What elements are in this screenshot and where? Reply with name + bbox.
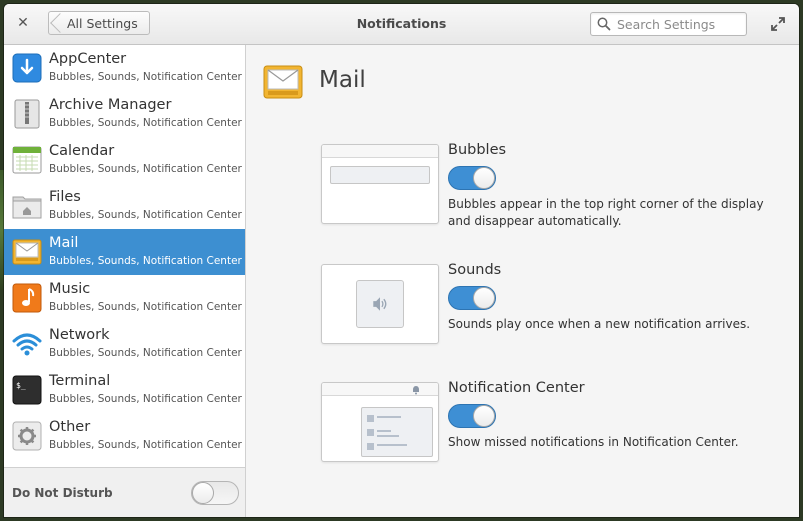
close-button[interactable]: ✕ [14, 14, 32, 32]
sidebar-item-appcenter[interactable]: AppCenter Bubbles, Sounds, Notification … [4, 45, 245, 91]
sounds-switch[interactable] [448, 286, 496, 310]
archive-manager-icon [14, 99, 40, 129]
sidebar-item-archive-manager[interactable]: Archive Manager Bubbles, Sounds, Notific… [4, 91, 245, 137]
search-input[interactable] [617, 14, 742, 34]
app-list: AppCenter Bubbles, Sounds, Notification … [4, 45, 245, 459]
sidebar-item-subtitle: Bubbles, Sounds, Notification Center [49, 117, 242, 129]
switch-knob [192, 482, 214, 504]
sidebar-item-label: Network [49, 327, 110, 343]
sidebar-item-subtitle: Bubbles, Sounds, Notification Center [49, 347, 242, 359]
do-not-disturb-bar: Do Not Disturb [4, 467, 245, 517]
sidebar-item-music[interactable]: Music Bubbles, Sounds, Notification Cent… [4, 275, 245, 321]
sidebar-item-terminal[interactable]: $_ Terminal Bubbles, Sounds, Notificatio… [4, 367, 245, 413]
mail-icon [263, 65, 303, 99]
maximize-icon[interactable] [770, 16, 786, 32]
speaker-icon [373, 297, 387, 311]
option-title: Notification Center [448, 380, 585, 396]
close-icon: ✕ [17, 15, 29, 31]
calendar-icon [12, 146, 42, 174]
network-icon [12, 333, 42, 356]
option-description: Show missed notifications in Notificatio… [448, 435, 739, 449]
sidebar-item-label: Music [49, 281, 91, 297]
sidebar-item-other[interactable]: Other Bubbles, Sounds, Notification Cent… [4, 413, 245, 459]
sidebar-item-mail[interactable]: Mail Bubbles, Sounds, Notification Cente… [4, 229, 245, 275]
option-title: Sounds [448, 262, 502, 278]
bubbles-preview [321, 144, 439, 224]
all-settings-button[interactable]: All Settings [48, 11, 150, 35]
settings-window: ✕ All Settings Notifications Ap [4, 4, 799, 517]
sidebar-item-files[interactable]: Files Bubbles, Sounds, Notification Cent… [4, 183, 245, 229]
sidebar-item-calendar[interactable]: Calendar Bubbles, Sounds, Notification C… [4, 137, 245, 183]
sidebar-item-subtitle: Bubbles, Sounds, Notification Center [49, 439, 242, 451]
sidebar-item-subtitle: Bubbles, Sounds, Notification Center [49, 71, 242, 83]
sidebar-item-label: Files [49, 189, 81, 205]
mail-icon [12, 239, 42, 265]
sidebar-item-label: Calendar [49, 143, 115, 159]
page-title: Mail [319, 67, 366, 93]
header-bar: ✕ All Settings Notifications [4, 4, 799, 45]
sidebar-item-subtitle: Bubbles, Sounds, Notification Center [49, 163, 242, 175]
appcenter-icon [12, 53, 42, 83]
option-description: Sounds play once when a new notification… [448, 317, 751, 331]
svg-text:$_: $_ [16, 381, 26, 390]
switch-knob [473, 405, 495, 427]
notification-center-switch[interactable] [448, 404, 496, 428]
do-not-disturb-label: Do Not Disturb [12, 486, 113, 500]
switch-knob [473, 287, 495, 309]
sidebar-item-label: Terminal [49, 373, 111, 389]
option-title: Bubbles [448, 142, 507, 158]
sidebar-item-label: Other [49, 419, 91, 435]
sidebar-item-subtitle: Bubbles, Sounds, Notification Center [49, 209, 242, 221]
search-icon [597, 17, 611, 31]
sidebar-item-subtitle: Bubbles, Sounds, Notification Center [49, 255, 242, 267]
all-settings-label: All Settings [67, 16, 138, 31]
do-not-disturb-switch[interactable] [191, 481, 239, 505]
sidebar-item-label: Archive Manager [49, 97, 172, 113]
option-description: Bubbles appear in the top right corner o… [448, 197, 764, 228]
app-sidebar: AppCenter Bubbles, Sounds, Notification … [4, 45, 246, 517]
other-gear-icon [12, 421, 42, 451]
bubbles-switch[interactable] [448, 166, 496, 190]
sounds-preview [321, 264, 439, 344]
notification-center-preview [321, 382, 439, 462]
bell-icon [413, 386, 419, 395]
sidebar-item-subtitle: Bubbles, Sounds, Notification Center [49, 301, 242, 313]
files-icon [12, 196, 42, 219]
terminal-icon: $_ [12, 375, 42, 405]
app-notification-settings: Mail Bubbles Bubbles appear in the top r… [246, 45, 799, 517]
sidebar-item-label: Mail [49, 235, 79, 251]
sidebar-item-subtitle: Bubbles, Sounds, Notification Center [49, 393, 242, 405]
sidebar-item-label: AppCenter [49, 51, 127, 67]
music-icon [12, 283, 42, 313]
search-box[interactable] [590, 12, 747, 36]
switch-knob [473, 167, 495, 189]
sidebar-item-network[interactable]: Network Bubbles, Sounds, Notification Ce… [4, 321, 245, 367]
